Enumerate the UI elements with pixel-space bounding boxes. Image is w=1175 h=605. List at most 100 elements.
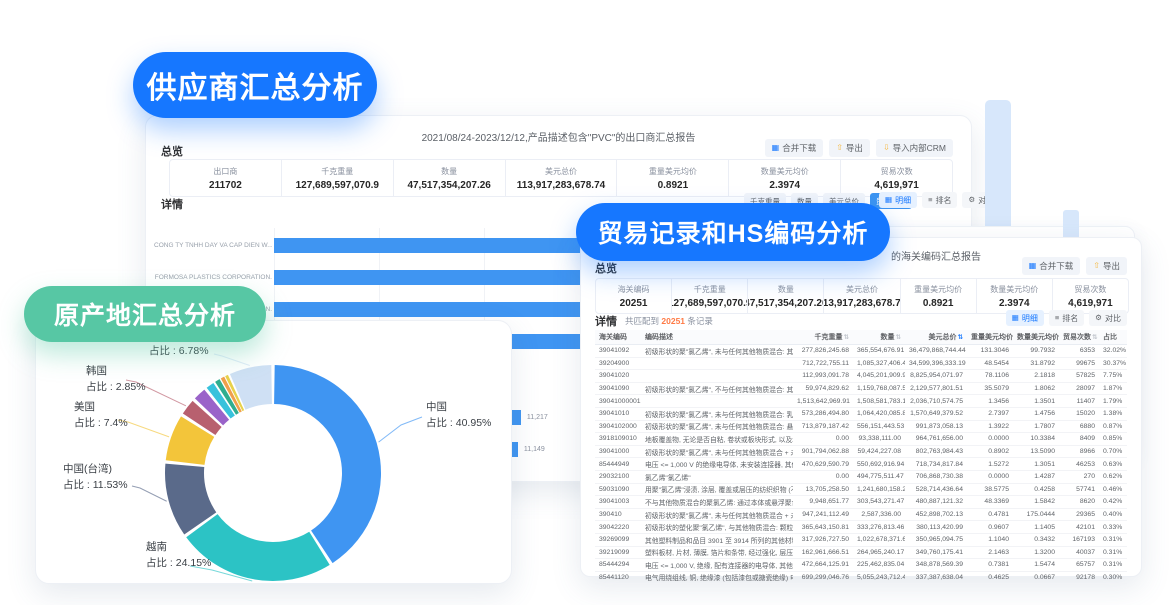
table-cell: 2,036,710,574.75 — [905, 398, 967, 405]
table-cell: 39041092 — [595, 347, 641, 354]
merge-download-icon: ▦ — [1029, 262, 1037, 270]
table-cell: 35.5079 — [967, 385, 1013, 392]
table-cell: 78.1106 — [967, 372, 1013, 379]
totals-label: 美元总价 — [846, 284, 878, 295]
totals-label: 重量美元均价 — [649, 166, 697, 177]
totals-value: 4,619,971 — [1068, 298, 1113, 309]
totals-cell: 重量美元均价0.8921 — [617, 160, 729, 196]
hs-code-table: 海关编码编码描述千克重量⇅数量⇅美元总价⇅重量美元均价数量美元均价贸易次数⇅占比… — [595, 330, 1127, 584]
table-cell: 277,826,245.68 — [793, 347, 853, 354]
sort-icon[interactable]: ⇅ — [958, 334, 963, 341]
view-tab[interactable]: ▦明细 — [1006, 310, 1044, 326]
table-cell: 1.5272 — [967, 461, 1013, 468]
table-cell: 0.85% — [1099, 435, 1127, 442]
table-cell: 电压 <= 1,000 V, 绝缘, 配有连接器的电导体, 其他: 电压不超过 … — [641, 560, 793, 570]
table-cell: 40037 — [1059, 549, 1099, 556]
table-cell: 0.31% — [1099, 536, 1127, 543]
table-cell: 36,479,868,744.44 — [905, 347, 967, 354]
view-tab[interactable]: ▦明细 — [879, 192, 917, 208]
table-cell: 270 — [1059, 473, 1099, 480]
view-tab-label: 对比 — [1105, 313, 1121, 324]
trade-records-panel: 的海关编码汇总报告 总览 ▦合并下载⇧导出 海关编码20251千克重量127,6… — [580, 237, 1142, 577]
table-cell: 1,570,649,379.52 — [905, 410, 967, 417]
table-cell: 470,629,590.79 — [793, 461, 853, 468]
column-header[interactable]: 数量⇅ — [853, 332, 905, 342]
column-header[interactable]: 美元总价⇅ — [905, 332, 967, 342]
table-cell: 390410000019 — [595, 398, 641, 405]
table-cell: 365,643,150.81 — [793, 524, 853, 531]
import-crm-icon: ⇩ — [883, 144, 890, 152]
totals-label: 美元总价 — [545, 166, 577, 177]
totals-value: 47,517,354,207.26 — [407, 180, 490, 191]
table-cell: 699,299,046.76 — [793, 574, 853, 581]
donut-slice[interactable] — [274, 365, 381, 563]
table-cell: 不与其他物质混合的聚氯乙烯: 通过本体或悬浮聚合工艺获得的聚氯乙.. — [641, 497, 793, 507]
view-tab[interactable]: ≡排名 — [1049, 310, 1084, 326]
origin-donut-chart — [36, 321, 511, 583]
totals-cell: 美元总价113,917,283,678.74 — [506, 160, 618, 196]
table-row: 3904100000191,513,642,969.911,508,581,78… — [595, 395, 1127, 408]
table-cell: 0.00 — [793, 473, 853, 480]
table-cell: 0.00 — [793, 435, 853, 442]
table-row: 390410初级形状的聚"氯乙烯", 未与任何其他物质混合 + 未携带任何标签 … — [595, 509, 1127, 522]
sort-icon[interactable]: ⇅ — [844, 334, 849, 341]
table-cell: 380,113,420.99 — [905, 524, 967, 531]
table-cell: 氯乙烯"氯乙烯" — [641, 472, 793, 482]
table-cell: 1.8062 — [1013, 385, 1059, 392]
export-button[interactable]: ⇧导出 — [829, 139, 870, 157]
table-cell: 112,993,091.78 — [793, 372, 853, 379]
view-tab[interactable]: ≡排名 — [922, 192, 957, 208]
totals-value: 47,517,354,207.26 — [748, 298, 824, 309]
export-button[interactable]: ⇧导出 — [1086, 257, 1127, 275]
table-cell: 11407 — [1059, 398, 1099, 405]
table-cell: 303,543,271.47 — [853, 498, 905, 505]
table-cell: 初级形状的聚"氯乙烯", 未与任何其他物质混合 + 未携带任何标签 + — [641, 510, 793, 520]
table-cell: 0.3432 — [1013, 536, 1059, 543]
callout-line — [379, 417, 422, 442]
totals-cell: 数量美元均价2.3974 — [729, 160, 841, 196]
export-icon: ⇧ — [836, 144, 843, 152]
sort-icon[interactable]: ⇅ — [1092, 334, 1097, 341]
table-cell: 85441120 — [595, 574, 641, 581]
table-cell: 59,424,227.08 — [853, 448, 905, 455]
table-row: 39041020112,993,091.784,045,201,909.968,… — [595, 370, 1127, 383]
table-cell: 初级形状的聚"氯乙烯", 未与任何其他物质混合: 其他: 粉末 — [641, 346, 793, 356]
table-cell: 99675 — [1059, 360, 1099, 367]
table-cell: 991,873,058.13 — [905, 423, 967, 430]
table-cell: 1.5842 — [1013, 498, 1059, 505]
table-cell: 5,055,243,712.46 — [853, 574, 905, 581]
table-cell: 1.7807 — [1013, 423, 1059, 430]
match-count-text: 共匹配到 20251 条记录 — [625, 315, 713, 327]
callout-line — [214, 354, 250, 365]
table-cell: 550,692,916.94 — [853, 461, 905, 468]
table-cell: 6880 — [1059, 423, 1099, 430]
supplier-analysis-badge: 供应商汇总分析 — [133, 52, 377, 118]
table-cell: 349,760,175.41 — [905, 549, 967, 556]
table-cell: 317,926,727.50 — [793, 536, 853, 543]
table-cell: 8409 — [1059, 435, 1099, 442]
totals-label: 出口商 — [213, 166, 237, 177]
import-crm-button[interactable]: ⇩导入内部CRM — [876, 139, 953, 157]
view-tab[interactable]: ⚙对比 — [1089, 310, 1127, 326]
merge-download-button[interactable]: ▦合并下载 — [1022, 257, 1081, 275]
column-header: 重量美元均价 — [967, 332, 1013, 342]
table-row: 29032100氯乙烯"氯乙烯"0.00494,775,511.47706,86… — [595, 471, 1127, 484]
column-header[interactable]: 贸易次数⇅ — [1059, 332, 1099, 342]
callout-country-name: 中国 — [426, 399, 491, 415]
totals-label: 贸易次数 — [1074, 284, 1106, 295]
table-cell: 1.4287 — [1013, 473, 1059, 480]
table-cell: 0.30% — [1099, 574, 1127, 581]
table-cell: 1.3922 — [967, 423, 1013, 430]
table-cell: 85444294 — [595, 561, 641, 568]
column-header: 占比 — [1099, 332, 1127, 342]
table-row: 3918109010地板覆盖物, 无论是否自粘, 卷状或板块形式, 以及墙壁或天… — [595, 433, 1127, 446]
table-cell: 7.75% — [1099, 372, 1127, 379]
button-label: 合并下载 — [782, 142, 816, 154]
table-cell: 57825 — [1059, 372, 1099, 379]
merge-download-button[interactable]: ▦合并下载 — [765, 139, 824, 157]
column-header[interactable]: 千克重量⇅ — [793, 332, 853, 342]
table-cell: 2.1463 — [967, 549, 1013, 556]
table-row: 39041010初级形状的聚"氯乙烯", 未与任何其他物质混合: 乳液级 PVC… — [595, 408, 1127, 421]
table-cell: 333,276,813.46 — [853, 524, 905, 531]
sort-icon[interactable]: ⇅ — [896, 334, 901, 341]
